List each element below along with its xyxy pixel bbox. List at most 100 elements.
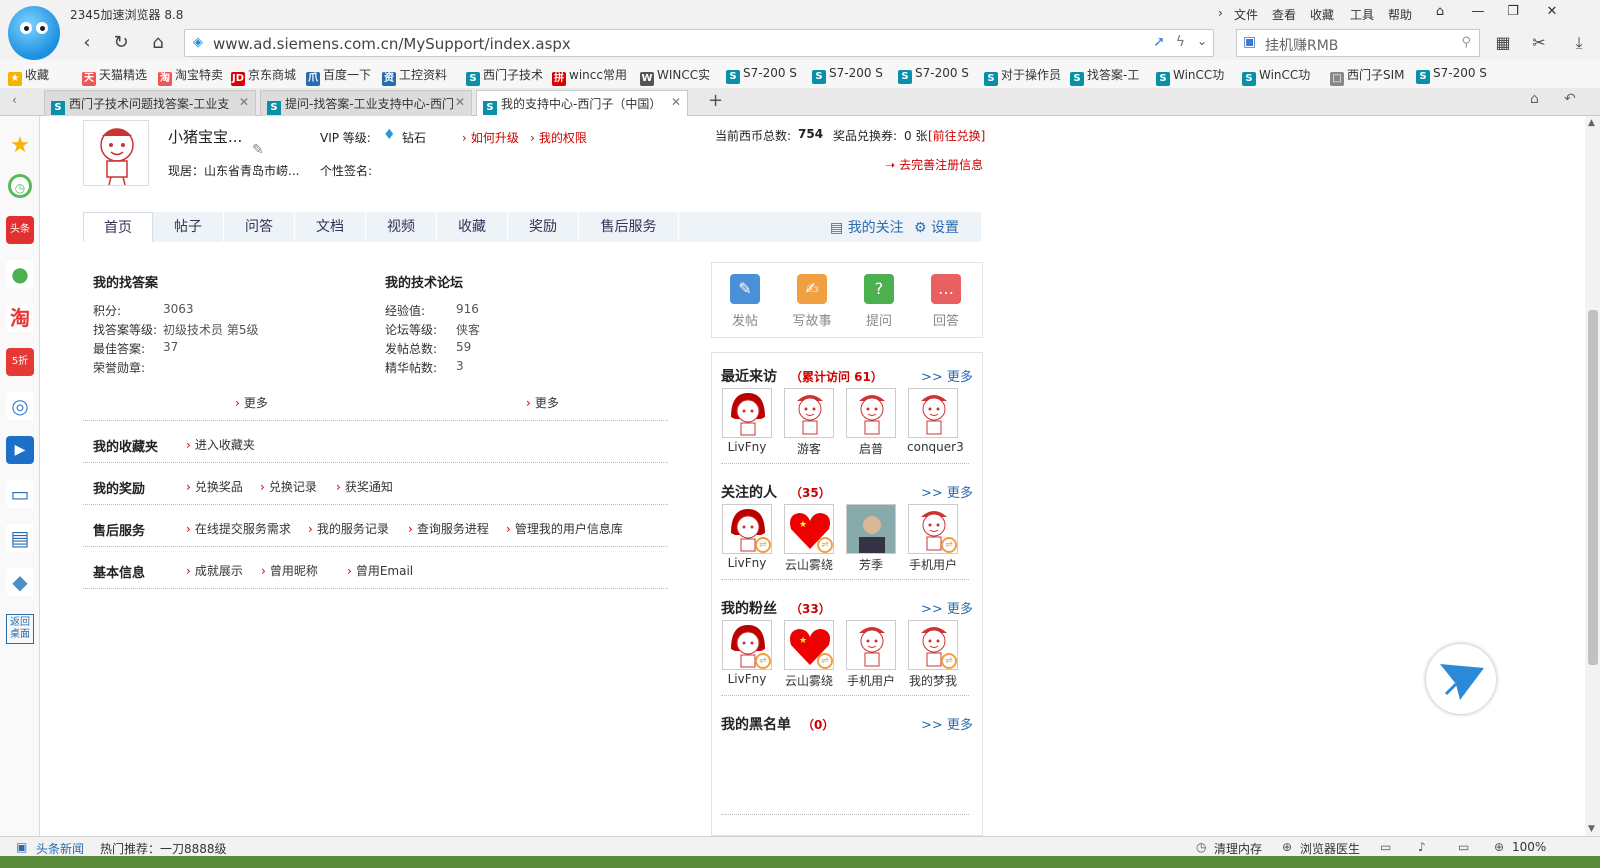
bookmark-item[interactable]: S S7-200 S bbox=[898, 66, 969, 84]
person-name[interactable]: 手机用户 bbox=[907, 556, 959, 573]
user-avatar[interactable] bbox=[83, 120, 149, 186]
undo-close-icon[interactable]: ↶ bbox=[1564, 91, 1576, 107]
video-icon[interactable]: ▶ bbox=[6, 436, 34, 464]
sound-icon[interactable]: ♪ bbox=[1418, 840, 1426, 854]
person-name[interactable]: 手机用户 bbox=[845, 672, 897, 689]
ask-button[interactable]: ? 提问 bbox=[847, 274, 911, 329]
tab-1[interactable]: S 西门子技术问题找答案-工业支 ✕ bbox=[44, 90, 256, 116]
answers-more-link[interactable]: › 更多 bbox=[235, 394, 268, 411]
person-name[interactable]: 游客 bbox=[783, 440, 835, 457]
tab-item[interactable]: 奖励 bbox=[508, 212, 579, 242]
zoom-level[interactable]: 100% bbox=[1512, 840, 1546, 854]
following-more-link[interactable]: >> 更多 bbox=[921, 482, 973, 501]
taobao-icon[interactable]: 淘 bbox=[6, 304, 34, 332]
section-link[interactable]: › 曾用昵称 bbox=[261, 562, 318, 579]
my-follow-link[interactable]: ▤ 我的关注 bbox=[830, 217, 904, 237]
person-avatar[interactable] bbox=[846, 388, 896, 438]
section-link[interactable]: › 进入收藏夹 bbox=[186, 436, 255, 453]
tab-item[interactable]: 售后服务 bbox=[579, 212, 679, 242]
permission-link[interactable]: › 我的权限 bbox=[530, 129, 587, 146]
back-icon[interactable]: ‹ bbox=[74, 30, 100, 56]
bookmark-item[interactable]: ★ 收藏 bbox=[8, 66, 49, 86]
bookmark-item[interactable]: S 找答案-工 bbox=[1070, 66, 1139, 86]
bookmark-item[interactable]: JD 京东商城 bbox=[231, 66, 296, 86]
menu-help[interactable]: 帮助 bbox=[1388, 6, 1412, 23]
person-name[interactable]: 云山雾绕 bbox=[783, 672, 835, 689]
section-link[interactable]: › 查询服务进程 bbox=[408, 520, 489, 537]
person-card[interactable]: 手机用户 bbox=[845, 620, 897, 689]
bookmark-item[interactable]: 天天猫精选 bbox=[82, 66, 147, 86]
person-card[interactable]: 游客 bbox=[783, 388, 835, 457]
close-button[interactable]: ✕ bbox=[1542, 4, 1562, 22]
chevron-down-icon[interactable]: ⌄ bbox=[1197, 34, 1207, 48]
search-engine-icon[interactable]: ▣ bbox=[1243, 34, 1256, 50]
lightning-icon[interactable]: ϟ bbox=[1176, 34, 1185, 50]
person-card[interactable]: 芳季 bbox=[845, 504, 897, 573]
forum-more-link[interactable]: › 更多 bbox=[526, 394, 559, 411]
skin-icon[interactable]: ⌂ bbox=[1430, 4, 1450, 22]
person-avatar[interactable] bbox=[784, 388, 834, 438]
star-icon[interactable]: ★ bbox=[6, 132, 34, 160]
refresh-icon[interactable]: ↻ bbox=[108, 30, 134, 56]
bookmark-item[interactable]: S 对于操作员 bbox=[984, 66, 1061, 86]
person-avatar[interactable] bbox=[846, 504, 896, 554]
bookmark-item[interactable]: 拼 wincc常用 bbox=[552, 66, 627, 86]
person-avatar[interactable]: ⇌ bbox=[722, 620, 772, 670]
address-bar[interactable]: ◈ www.ad.siemens.com.cn/MySupport/index.… bbox=[184, 29, 1214, 57]
person-name[interactable]: 云山雾绕 bbox=[783, 556, 835, 573]
bookmark-item[interactable]: 淘淘宝特卖 bbox=[158, 66, 223, 86]
history-icon[interactable]: ◷ bbox=[8, 174, 32, 198]
section-link[interactable]: › 获奖通知 bbox=[336, 478, 393, 495]
scroll-up-icon[interactable]: ▲ bbox=[1588, 118, 1595, 128]
person-avatar[interactable] bbox=[908, 388, 958, 438]
bookmark-item[interactable]: □ 西门子SIM bbox=[1330, 66, 1405, 86]
person-card[interactable]: ⇌ 我的梦我 bbox=[907, 620, 959, 689]
exchange-link[interactable]: [前往兑换] bbox=[928, 127, 985, 144]
fans-more-link[interactable]: >> 更多 bbox=[921, 598, 973, 617]
person-card[interactable]: ⇌ LivFny bbox=[721, 504, 773, 570]
download-icon[interactable]: ⤓ bbox=[1566, 30, 1592, 56]
person-name[interactable]: conquer3 bbox=[907, 440, 964, 454]
tab-item[interactable]: 视频 bbox=[366, 212, 437, 242]
tab-item[interactable]: 帖子 bbox=[153, 212, 224, 242]
floating-bird-button[interactable] bbox=[1426, 644, 1496, 714]
bookmark-item[interactable]: 资工控资料 bbox=[382, 66, 447, 86]
tab-scroll-left-icon[interactable]: ‹ bbox=[12, 93, 17, 107]
tab-home[interactable]: 首页 bbox=[83, 212, 153, 242]
bookmark-item[interactable]: S S7-200 S bbox=[726, 66, 797, 84]
gamepad-icon[interactable]: ◎ bbox=[6, 392, 34, 420]
section-link[interactable]: › 兑换奖品 bbox=[186, 478, 243, 495]
section-link[interactable]: › 兑换记录 bbox=[260, 478, 317, 495]
bookmark-item[interactable]: 爪百度一下 bbox=[306, 66, 371, 86]
blacklist-more-link[interactable]: >> 更多 bbox=[921, 714, 973, 733]
upgrade-link[interactable]: › 如何升级 bbox=[462, 129, 519, 146]
search-placeholder[interactable]: 挂机赚RMB bbox=[1265, 35, 1338, 55]
person-name[interactable]: LivFny bbox=[721, 672, 773, 686]
bookmark-item[interactable]: S WinCC功 bbox=[1242, 66, 1310, 86]
search-box[interactable]: ▣ 挂机赚RMB ⚲ bbox=[1236, 29, 1480, 57]
apps-icon[interactable]: ▦ bbox=[1490, 30, 1516, 56]
section-link[interactable]: › 成就展示 bbox=[186, 562, 243, 579]
hot-recommend[interactable]: 热门推荐：一刀8888级 bbox=[100, 840, 227, 857]
minimize-button[interactable]: — bbox=[1468, 4, 1488, 22]
bookmark-item[interactable]: S WinCC功 bbox=[1156, 66, 1224, 86]
tab-2[interactable]: S 提问-找答案-工业支持中心-西门 ✕ bbox=[260, 90, 472, 116]
tab-3-active[interactable]: S 我的支持中心-西门子（中国） ✕ bbox=[476, 90, 688, 116]
person-avatar[interactable]: ⇌ bbox=[722, 504, 772, 554]
menu-favorites[interactable]: 收藏 bbox=[1310, 6, 1334, 23]
home-icon[interactable]: ⌂ bbox=[145, 30, 171, 56]
person-avatar[interactable]: ⇌ bbox=[908, 620, 958, 670]
person-card[interactable]: LivFny bbox=[721, 388, 773, 454]
browser-doctor-link[interactable]: 浏览器医生 bbox=[1300, 840, 1360, 857]
person-card[interactable]: ⇌ 手机用户 bbox=[907, 504, 959, 573]
section-link[interactable]: › 曾用Email bbox=[347, 562, 413, 579]
menu-tools[interactable]: 工具 bbox=[1350, 6, 1374, 23]
post-button[interactable]: ✎ 发帖 bbox=[713, 274, 777, 329]
complete-info-link[interactable]: ➝ 去完善注册信息 bbox=[885, 156, 983, 173]
close-tab-icon[interactable]: ✕ bbox=[455, 95, 465, 109]
close-tab-icon[interactable]: ✕ bbox=[671, 95, 681, 109]
scrollbar-thumb[interactable] bbox=[1588, 310, 1598, 665]
person-name[interactable]: 启普 bbox=[845, 440, 897, 457]
section-link[interactable]: › 我的服务记录 bbox=[308, 520, 389, 537]
news-icon[interactable]: 头条 bbox=[6, 216, 34, 244]
